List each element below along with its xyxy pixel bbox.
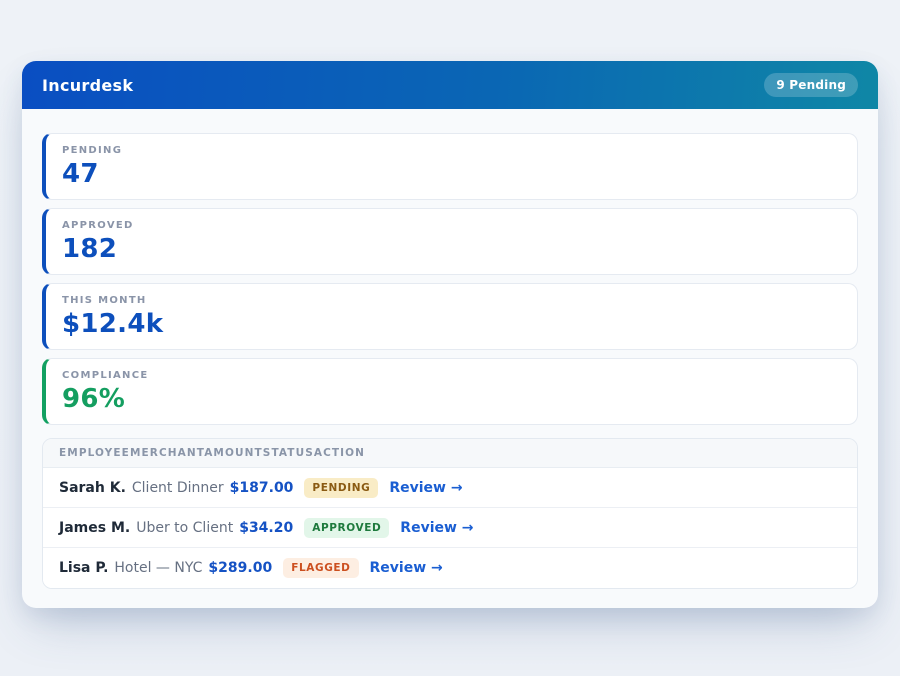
stat-value: 182 <box>62 235 841 264</box>
review-link[interactable]: Review → <box>389 480 462 496</box>
stat-value: 96% <box>62 385 841 414</box>
expense-amount: $289.00 <box>208 560 272 576</box>
app-body: PENDING 47 APPROVED 182 THIS MONTH $12.4… <box>22 109 878 608</box>
merchant-name: Hotel — NYC <box>114 560 202 576</box>
stat-card-approved: APPROVED 182 <box>42 208 858 275</box>
stat-label: THIS MONTH <box>62 295 841 306</box>
employee-name: Sarah K. <box>59 480 126 496</box>
page-background: Incurdesk 9 Pending PENDING 47 APPROVED … <box>0 0 900 676</box>
stat-card-compliance: COMPLIANCE 96% <box>42 358 858 425</box>
stat-card-pending: PENDING 47 <box>42 133 858 200</box>
review-link[interactable]: Review → <box>370 560 443 576</box>
table-row: James M. Uber to Client $34.20 APPROVED … <box>43 508 857 548</box>
stat-value: $12.4k <box>62 310 841 339</box>
stat-label: COMPLIANCE <box>62 370 841 381</box>
expense-table: EMPLOYEEMERCHANTAMOUNTSTATUSACTION Sarah… <box>42 438 858 589</box>
app-card: Incurdesk 9 Pending PENDING 47 APPROVED … <box>22 61 878 608</box>
column-header-employee: EMPLOYEE <box>59 447 130 459</box>
employee-name: James M. <box>59 520 130 536</box>
app-title: Incurdesk <box>42 76 133 95</box>
merchant-name: Uber to Client <box>136 520 233 536</box>
stat-label: APPROVED <box>62 220 841 231</box>
column-header-merchant: MERCHANT <box>130 447 204 459</box>
employee-name: Lisa P. <box>59 560 108 576</box>
status-badge: FLAGGED <box>283 558 358 578</box>
merchant-name: Client Dinner <box>132 480 224 496</box>
pending-count-badge: 9 Pending <box>764 73 858 97</box>
stat-card-this-month: THIS MONTH $12.4k <box>42 283 858 350</box>
column-header-amount: AMOUNT <box>204 447 263 459</box>
table-row: Sarah K. Client Dinner $187.00 PENDING R… <box>43 468 857 508</box>
status-badge: PENDING <box>304 478 378 498</box>
table-row: Lisa P. Hotel — NYC $289.00 FLAGGED Revi… <box>43 548 857 588</box>
stat-label: PENDING <box>62 145 841 156</box>
column-header-status: STATUS <box>263 447 314 459</box>
column-header-action: ACTION <box>314 447 365 459</box>
status-badge: APPROVED <box>304 518 389 538</box>
expense-amount: $187.00 <box>230 480 294 496</box>
expense-amount: $34.20 <box>239 520 293 536</box>
review-link[interactable]: Review → <box>400 520 473 536</box>
stat-value: 47 <box>62 160 841 189</box>
app-header: Incurdesk 9 Pending <box>22 61 878 109</box>
table-header-row: EMPLOYEEMERCHANTAMOUNTSTATUSACTION <box>43 439 857 468</box>
